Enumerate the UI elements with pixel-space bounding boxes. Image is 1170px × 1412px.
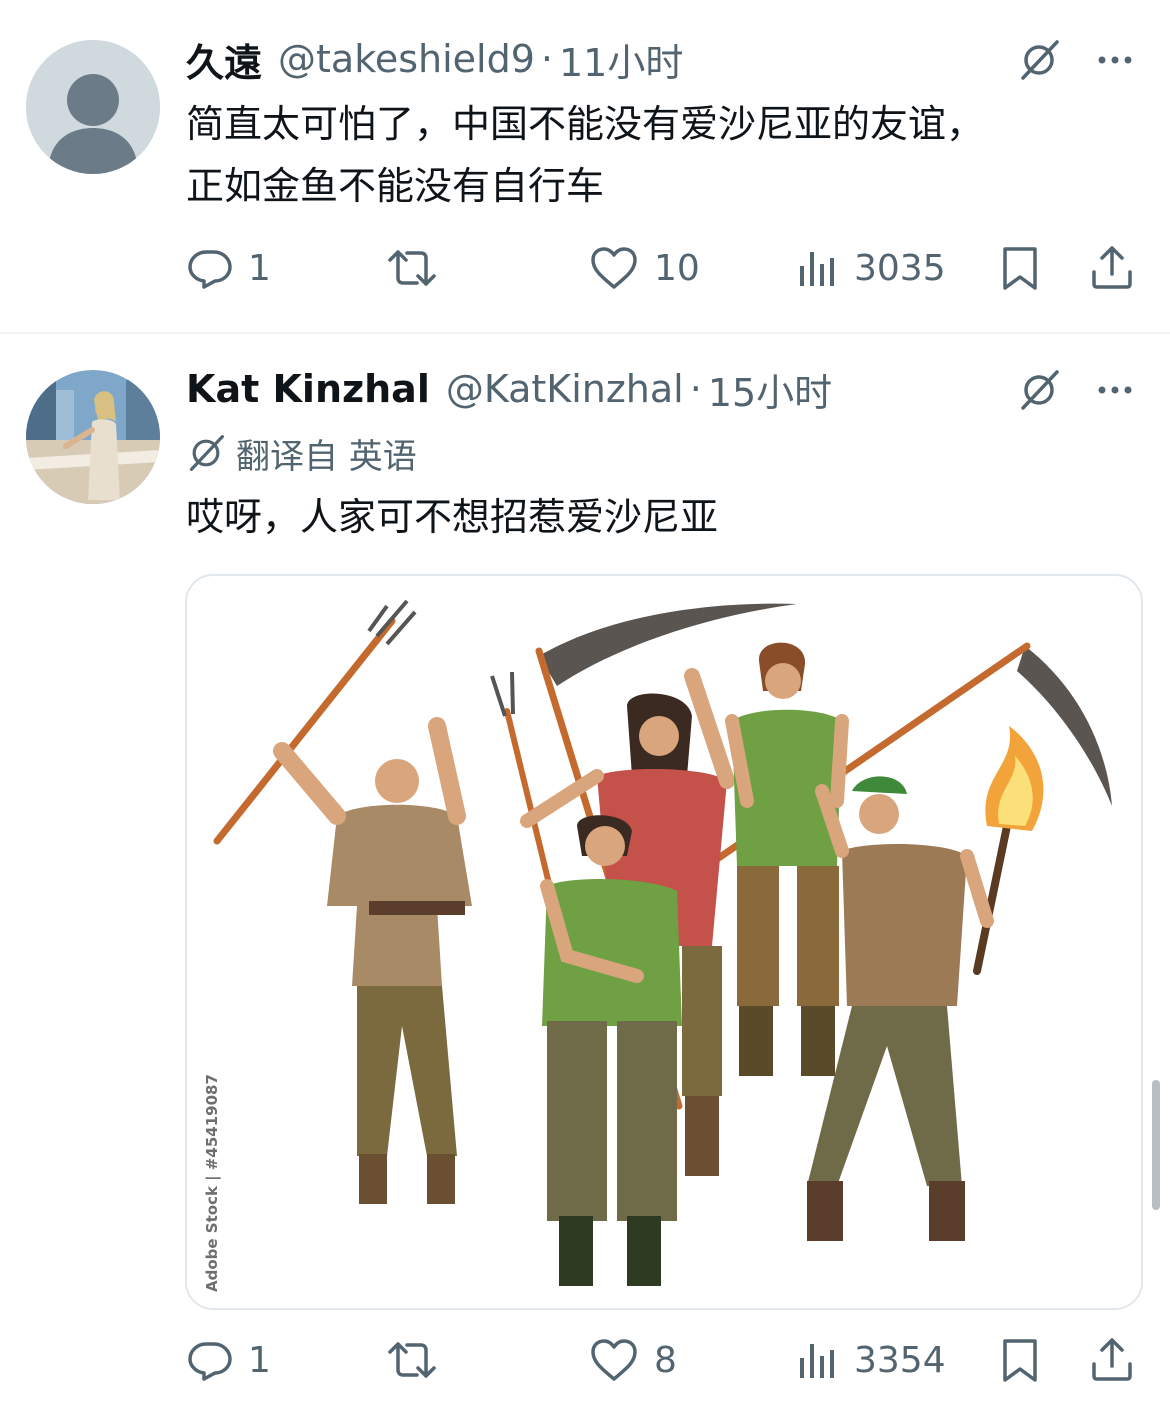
like-button[interactable]: 10	[588, 238, 700, 298]
tweet-text-line: 简直太可怕了，中国不能没有爱沙尼亚的友谊，	[186, 102, 985, 146]
views-button[interactable]: 3354	[796, 1330, 946, 1390]
reply-count: 1	[248, 247, 271, 289]
timestamp[interactable]: 11小时	[559, 32, 683, 87]
tweet[interactable]: 久遠 @takeshield9 · 11小时 简直太可怕了，中国不能没有爱沙尼亚…	[0, 0, 1170, 332]
retweet-button[interactable]	[384, 1330, 454, 1390]
retweet-icon	[388, 1342, 436, 1378]
separator-dot: ·	[689, 367, 702, 411]
reply-icon	[188, 1342, 232, 1381]
default-avatar-icon	[26, 40, 160, 174]
share-icon	[1092, 1338, 1132, 1381]
separator-dot: ·	[540, 37, 553, 81]
author-handle[interactable]: @takeshield9	[278, 37, 535, 81]
author-name[interactable]: 久遠	[186, 32, 262, 87]
bookmark-button[interactable]	[996, 1330, 1044, 1390]
views-count: 3035	[854, 247, 946, 289]
like-count: 8	[654, 1339, 677, 1381]
translated-from-label[interactable]: 翻译自 英语	[186, 428, 417, 478]
author-name[interactable]: Kat Kinzhal	[186, 367, 430, 411]
avatar-default[interactable]	[26, 40, 160, 174]
like-count: 10	[654, 247, 700, 289]
action-bar: 1 10 3035	[0, 238, 1170, 298]
reply-count: 1	[248, 1339, 271, 1381]
share-button[interactable]	[1088, 1330, 1136, 1390]
reply-button[interactable]: 1	[186, 238, 271, 298]
tweet[interactable]: Kat Kinzhal @KatKinzhal · 15小时 翻译自 英语 哎呀…	[0, 334, 1170, 1412]
views-icon	[800, 252, 834, 286]
reply-button[interactable]: 1	[186, 1330, 271, 1390]
views-icon	[800, 1344, 834, 1378]
stock-watermark: Adobe Stock | #45419087	[203, 1074, 221, 1292]
translated-text: 翻译自 英语	[236, 436, 417, 477]
tweet-header: 久遠 @takeshield9 · 11小时	[186, 32, 683, 87]
like-button[interactable]: 8	[588, 1330, 677, 1390]
tweet-text: 哎呀，人家可不想招惹爱沙尼亚	[186, 486, 718, 548]
share-button[interactable]	[1088, 238, 1136, 298]
more-icon[interactable]	[1092, 37, 1138, 83]
bookmark-icon	[1003, 1339, 1037, 1382]
profile-photo	[26, 370, 160, 504]
bookmark-button[interactable]	[996, 238, 1044, 298]
avatar-photo[interactable]	[26, 370, 160, 504]
share-icon	[1092, 246, 1132, 289]
bookmark-icon	[1003, 247, 1037, 290]
more-icon[interactable]	[1092, 367, 1138, 413]
reply-icon	[188, 250, 232, 289]
tweet-text-line: 哎呀，人家可不想招惹爱沙尼亚	[186, 495, 719, 539]
views-button[interactable]: 3035	[796, 238, 946, 298]
scrollbar-thumb[interactable]	[1152, 1080, 1160, 1210]
tweet-text-line: 正如金鱼不能没有自行车	[186, 164, 605, 208]
like-icon	[591, 1339, 637, 1381]
translate-icon	[189, 435, 224, 471]
like-icon	[591, 247, 637, 289]
retweet-button[interactable]	[384, 238, 454, 298]
grok-icon[interactable]	[1016, 367, 1062, 413]
retweet-icon	[388, 250, 436, 286]
peasants-with-pitchforks-illustration	[213, 599, 1112, 1286]
tweet-media-image[interactable]: Adobe Stock | #45419087	[185, 574, 1143, 1310]
author-handle[interactable]: @KatKinzhal	[446, 367, 684, 411]
tweet-header: Kat Kinzhal @KatKinzhal · 15小时	[186, 362, 832, 417]
views-count: 3354	[854, 1339, 946, 1381]
timestamp[interactable]: 15小时	[708, 362, 832, 417]
tweet-text: 简直太可怕了，中国不能没有爱沙尼亚的友谊， 正如金鱼不能没有自行车	[186, 93, 984, 217]
action-bar: 1 8 3354	[0, 1330, 1170, 1390]
grok-icon[interactable]	[1016, 37, 1062, 83]
